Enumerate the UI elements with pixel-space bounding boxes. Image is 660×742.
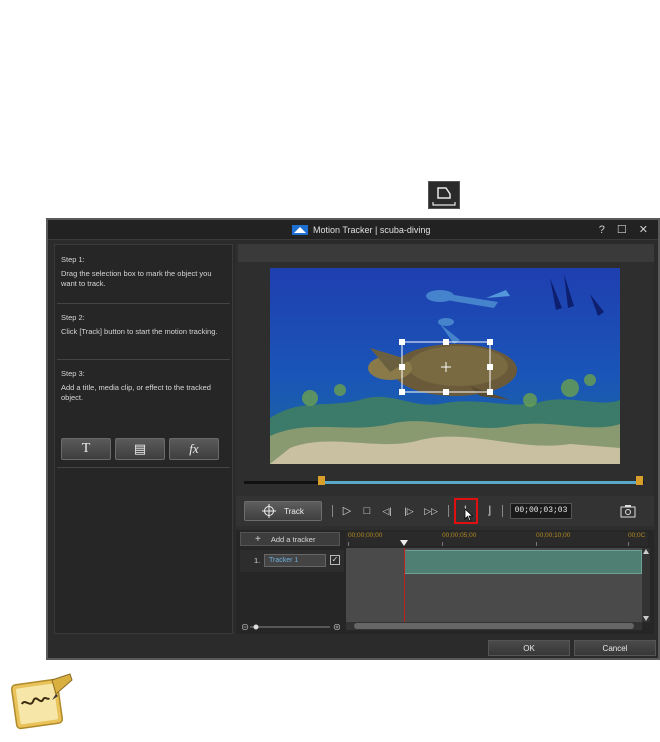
divider bbox=[57, 467, 230, 468]
snapshot-icon[interactable] bbox=[620, 504, 636, 518]
plus-icon: + bbox=[255, 533, 261, 545]
step-text: Click [Track] button to start the motion… bbox=[61, 327, 218, 336]
help-icon[interactable]: ? bbox=[599, 223, 605, 237]
playhead-marker[interactable] bbox=[400, 540, 408, 546]
divider bbox=[57, 359, 230, 360]
range-end-handle[interactable] bbox=[636, 476, 643, 485]
instructions-panel: Step 1: Drag the selection box to mark t… bbox=[54, 244, 233, 634]
preview-header-strip bbox=[238, 244, 654, 262]
crosshair-icon bbox=[262, 504, 277, 518]
ruler-tick bbox=[442, 542, 443, 546]
cancel-button[interactable]: Cancel bbox=[574, 640, 656, 656]
playback-controls: Track ▷ □ ◁| |▷ ▷▷ ⌊ ⌋ 00;00;03;03 bbox=[236, 496, 654, 526]
window-title: Motion Tracker | scuba-diving bbox=[313, 225, 431, 235]
divider bbox=[57, 303, 230, 304]
fx-icon: fx bbox=[189, 441, 199, 456]
range-start-handle[interactable] bbox=[318, 476, 325, 485]
mark-out-icon[interactable]: ⌋ bbox=[482, 503, 496, 519]
horizontal-scrollbar[interactable] bbox=[346, 622, 642, 630]
separator bbox=[332, 505, 333, 517]
preview-panel: Track ▷ □ ◁| |▷ ▷▷ ⌊ ⌋ 00;00;03;03 bbox=[236, 244, 654, 634]
ok-label: OK bbox=[523, 643, 535, 653]
ok-button[interactable]: OK bbox=[488, 640, 570, 656]
separator bbox=[502, 505, 503, 517]
track-button-label: Track bbox=[284, 506, 304, 516]
step-heading: Step 3: bbox=[61, 369, 85, 378]
mouse-cursor-icon bbox=[464, 508, 474, 522]
title-icon: T bbox=[81, 441, 91, 456]
separator bbox=[448, 505, 449, 517]
media-icon: ▤ bbox=[133, 441, 147, 456]
tracker-name-field[interactable]: Tracker 1 bbox=[264, 554, 326, 567]
note-icon bbox=[10, 673, 73, 730]
tracker-enabled-checkbox[interactable]: ✓ bbox=[330, 555, 340, 565]
mark-out-icon-callout bbox=[428, 181, 460, 209]
next-frame-icon[interactable]: |▷ bbox=[402, 503, 416, 519]
ruler-tick bbox=[628, 542, 629, 546]
add-title-button[interactable]: T bbox=[61, 438, 111, 460]
timecode-display: 00;00;03;03 bbox=[510, 503, 572, 519]
tracker-timeline: + Add a tracker 00;00;00;00 00;00;05;00 … bbox=[236, 530, 654, 634]
add-media-button[interactable]: ▤ bbox=[115, 438, 165, 460]
ruler-label: 00;00;00;00 bbox=[348, 532, 383, 539]
fast-forward-icon[interactable]: ▷▷ bbox=[422, 503, 440, 519]
ruler-tick bbox=[348, 542, 349, 546]
playhead-line bbox=[404, 548, 405, 622]
motion-tracker-window: Motion Tracker | scuba-diving ? ☐ ✕ Step… bbox=[46, 218, 660, 660]
ruler-label: 00;0C bbox=[628, 532, 646, 539]
step-1: Step 1: Drag the selection box to mark t… bbox=[55, 255, 232, 289]
range-slider-selection bbox=[322, 481, 638, 484]
add-tracker-label: Add a tracker bbox=[270, 534, 316, 544]
vertical-scrollbar[interactable] bbox=[642, 548, 650, 622]
step-text: Add a title, media clip, or effect to th… bbox=[61, 383, 211, 402]
step-heading: Step 1: bbox=[61, 255, 85, 264]
app-logo-icon bbox=[292, 225, 308, 235]
add-tracker-button[interactable]: + Add a tracker bbox=[240, 532, 340, 546]
zoom-slider[interactable] bbox=[242, 624, 340, 630]
add-effect-button[interactable]: fx bbox=[169, 438, 219, 460]
ruler-label: 00;00;10;00 bbox=[536, 532, 571, 539]
stop-icon[interactable]: □ bbox=[360, 503, 374, 519]
time-ruler[interactable]: 00;00;00;00 00;00;05;00 00;00;10;00 00;0… bbox=[346, 532, 648, 546]
tracker-clip[interactable] bbox=[404, 550, 642, 574]
ruler-tick bbox=[536, 542, 537, 546]
tracker-row-header: 1. Tracker 1 ✓ bbox=[240, 550, 344, 572]
close-icon[interactable]: ✕ bbox=[639, 223, 648, 237]
scrollbar-thumb[interactable] bbox=[354, 623, 634, 629]
tracker-number: 1. bbox=[254, 556, 261, 565]
play-icon[interactable]: ▷ bbox=[340, 503, 354, 519]
step-text: Drag the selection box to mark the objec… bbox=[61, 269, 212, 288]
ruler-label: 00;00;05;00 bbox=[442, 532, 477, 539]
step-heading: Step 2: bbox=[61, 313, 85, 322]
video-preview[interactable] bbox=[270, 268, 620, 464]
maximize-icon[interactable]: ☐ bbox=[617, 223, 627, 237]
title-bar: Motion Tracker | scuba-diving ? ☐ ✕ bbox=[48, 220, 658, 240]
step-2: Step 2: Click [Track] button to start th… bbox=[55, 313, 232, 337]
previous-frame-icon[interactable]: ◁| bbox=[380, 503, 394, 519]
cancel-label: Cancel bbox=[602, 643, 628, 653]
track-button[interactable]: Track bbox=[244, 501, 322, 521]
step-3: Step 3: Add a title, media clip, or effe… bbox=[55, 369, 232, 403]
track-area[interactable] bbox=[346, 548, 642, 622]
